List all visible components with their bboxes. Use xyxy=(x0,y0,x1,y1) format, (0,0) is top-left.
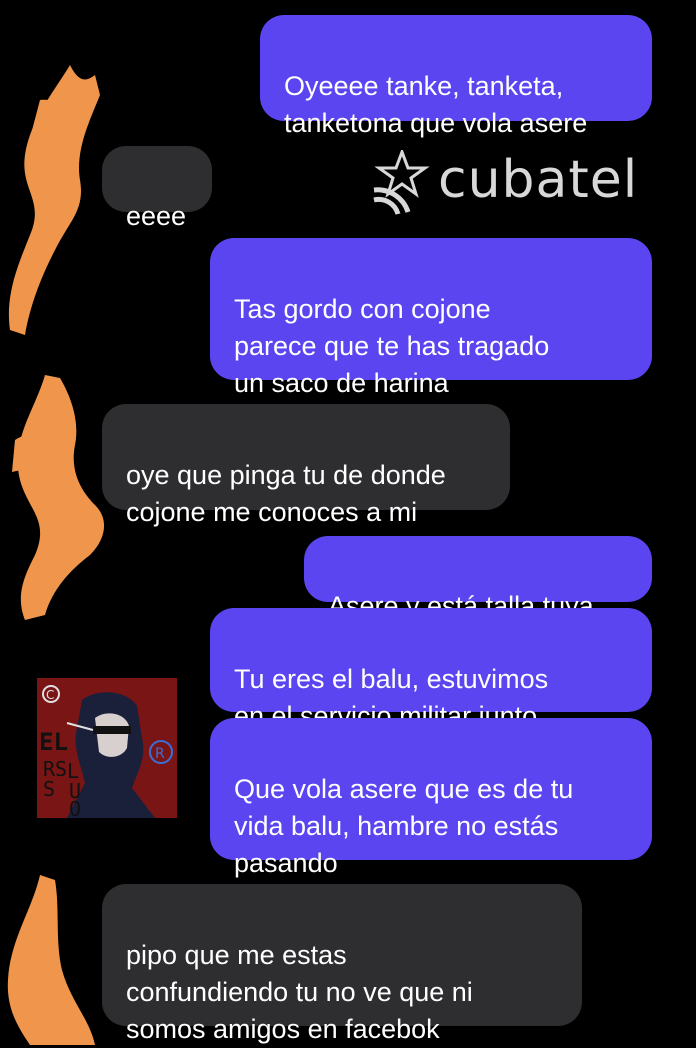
message-bubble-sent[interactable]: Tas gordo con cojone parece que te has t… xyxy=(210,238,652,398)
svg-text:C: C xyxy=(46,688,54,702)
message-text: eeee xyxy=(126,201,187,231)
svg-text:EL: EL xyxy=(39,728,68,756)
svg-text:R: R xyxy=(155,746,165,762)
message-bubble-sent[interactable]: Asere y está talla tuya xyxy=(304,536,652,621)
anime-avatar-icon: C R EL RS S L U O xyxy=(37,678,177,818)
avatar-stamp: C R EL RS S L U O xyxy=(37,678,177,818)
message-text: Tas gordo con cojone parece que te has t… xyxy=(234,294,550,398)
message-bubble-sent[interactable]: Oyeeee tanke, tanketa, tanketona que vol… xyxy=(260,15,652,138)
redaction-scribble-1 xyxy=(8,65,101,335)
message-bubble-received[interactable]: eeee xyxy=(102,146,212,231)
cubatel-watermark: cubatel xyxy=(368,150,648,218)
svg-text:O: O xyxy=(69,797,81,818)
message-text: Oyeeee tanke, tanketa, tanketona que vol… xyxy=(284,71,588,138)
message-text: pipo que me estas confundiendo tu no ve … xyxy=(126,940,473,1044)
message-text: oye que pinga tu de donde cojone me cono… xyxy=(126,460,446,527)
message-bubble-sent[interactable]: Tu eres el balu, estuvimos en el servici… xyxy=(210,608,652,731)
message-bubble-sent[interactable]: Que vola asere que es de tu vida balu, h… xyxy=(210,718,652,878)
message-bubble-received[interactable]: oye que pinga tu de donde cojone me cono… xyxy=(102,404,510,527)
message-bubble-received[interactable]: pipo que me estas confundiendo tu no ve … xyxy=(102,884,582,1044)
redaction-scribble-2 xyxy=(12,375,105,620)
svg-text:S: S xyxy=(43,777,55,801)
cubatel-wordmark: cubatel xyxy=(438,150,639,210)
cubatel-star-wifi-icon xyxy=(373,150,430,215)
message-text: Que vola asere que es de tu vida balu, h… xyxy=(234,774,574,878)
redaction-scribble-3 xyxy=(7,875,96,1045)
